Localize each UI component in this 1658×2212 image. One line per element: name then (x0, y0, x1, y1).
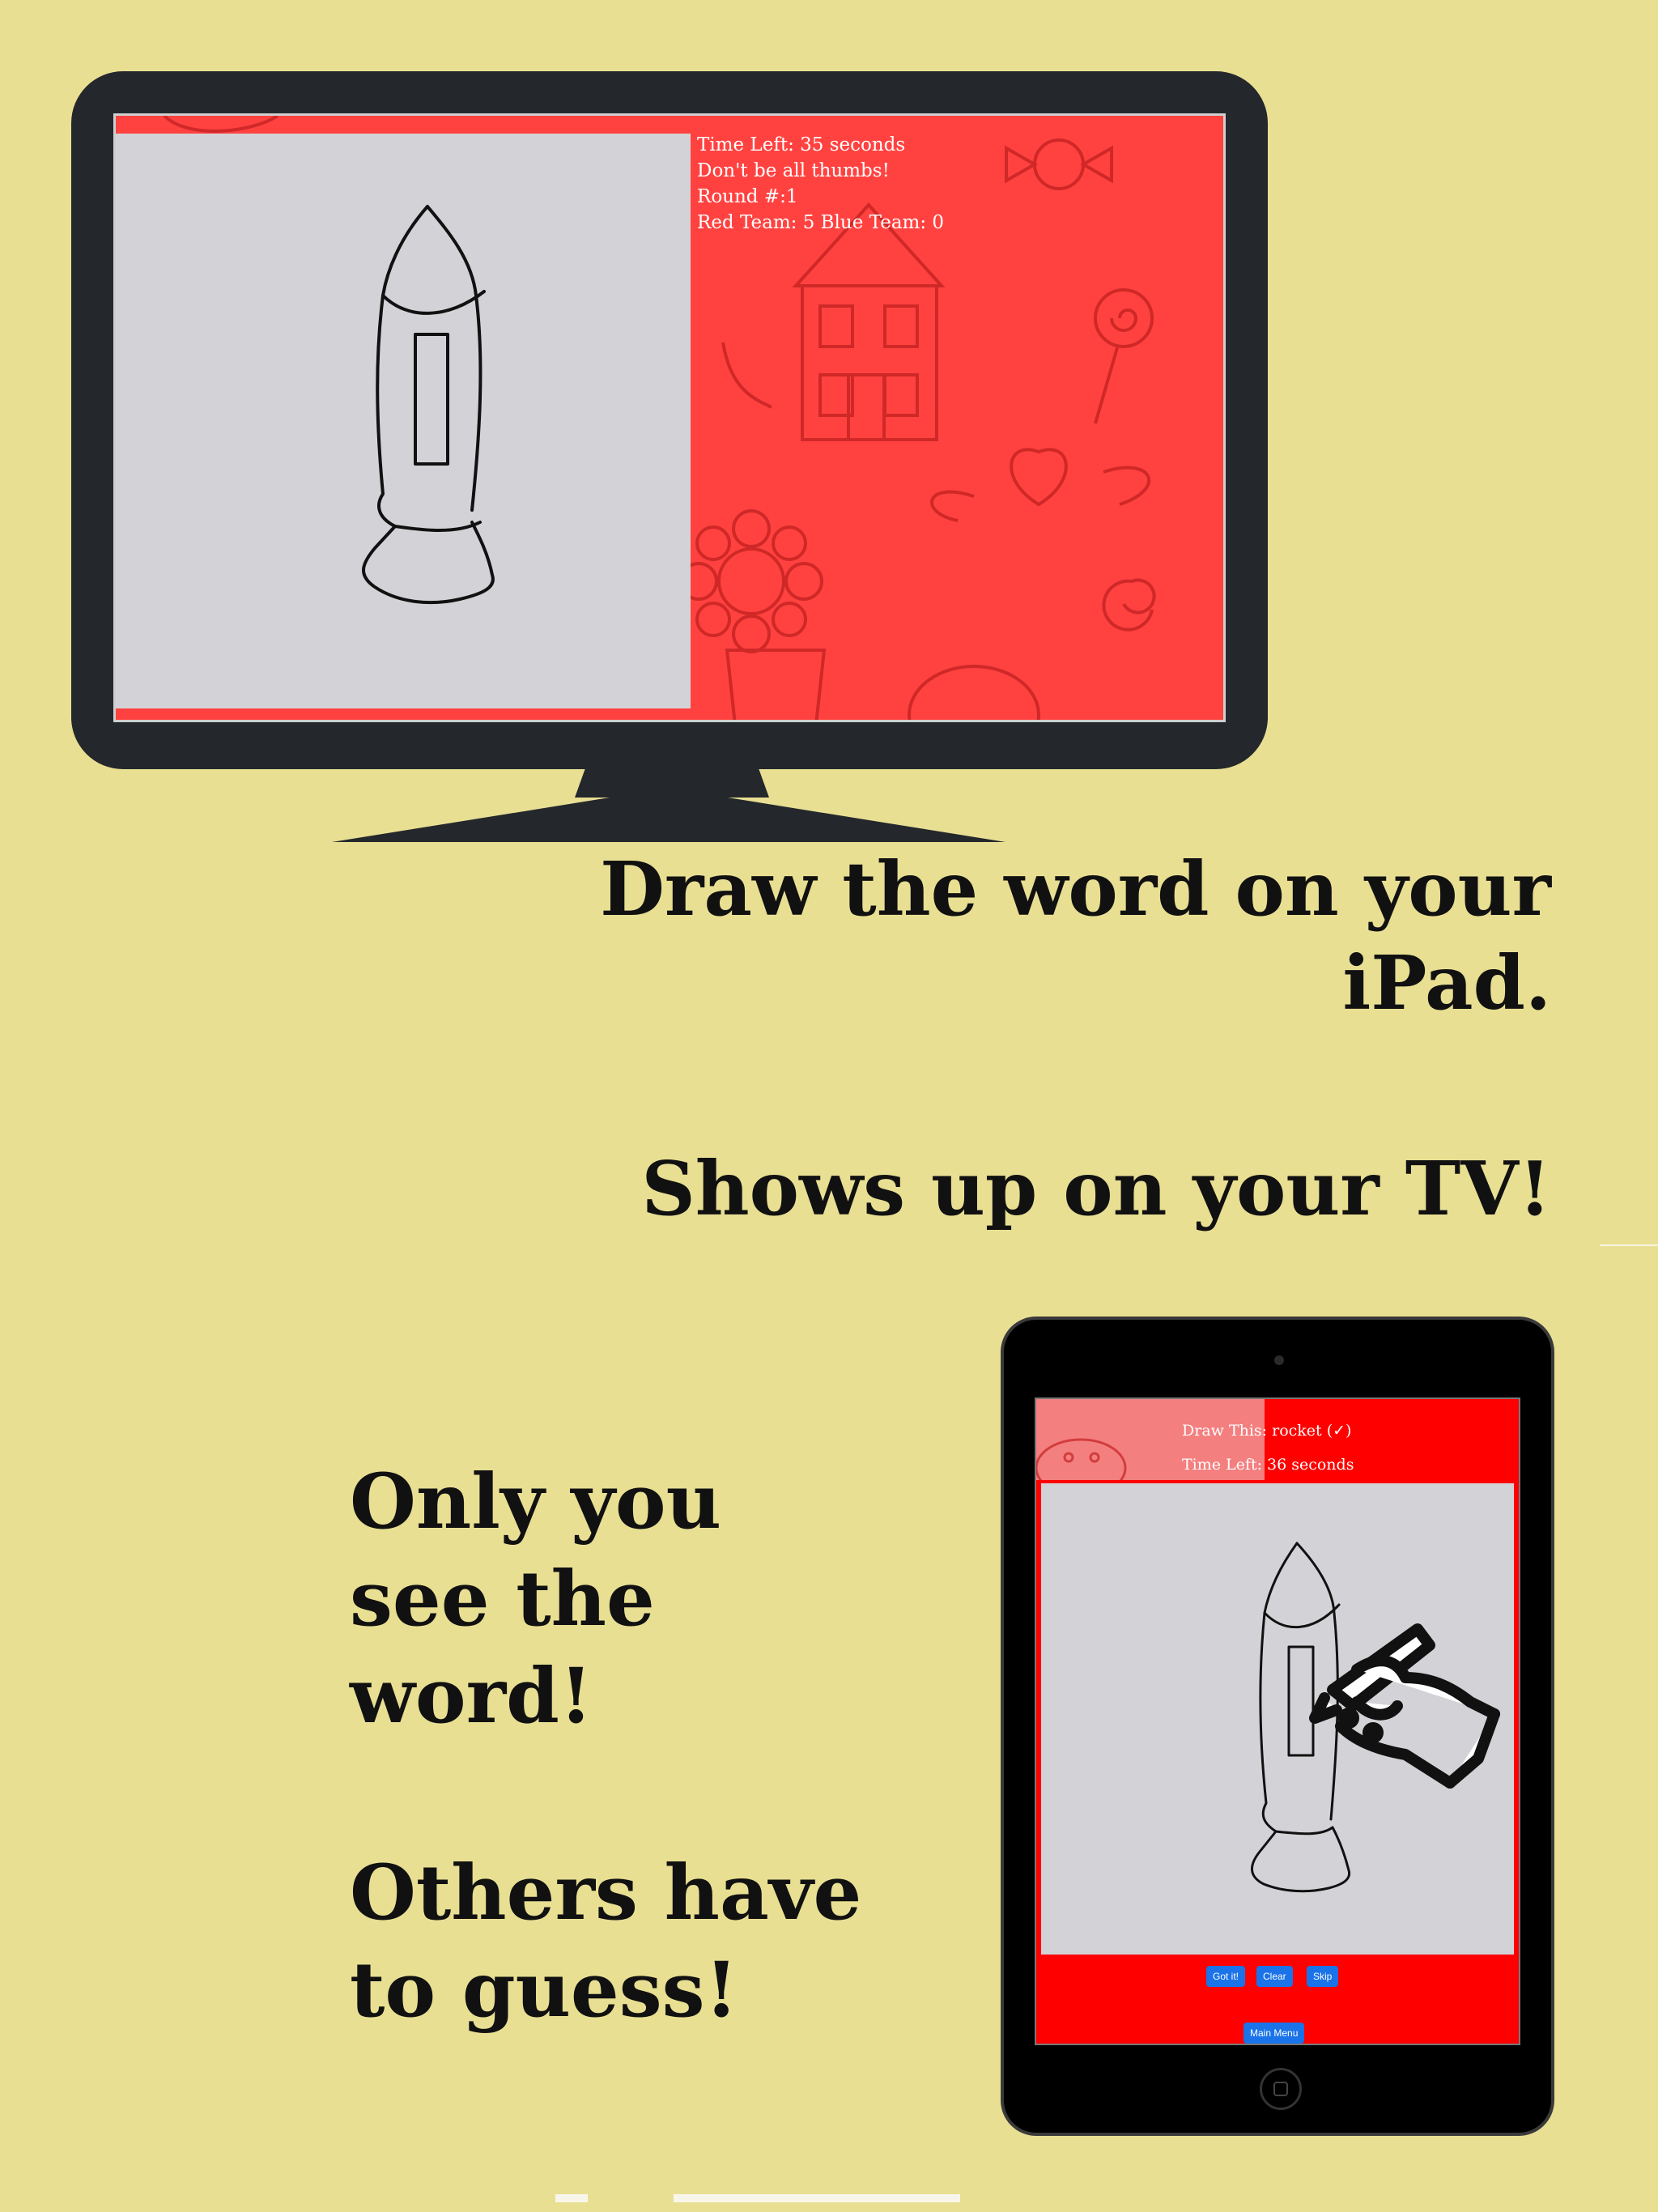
time-left-text: Time Left: 35 seconds (697, 134, 906, 155)
tv-monitor: Time Left: 35 seconds Don't be all thumb… (71, 71, 1268, 769)
home-button[interactable] (1260, 2068, 1302, 2110)
time-left-text: Time Left: 36 seconds (1182, 1456, 1354, 1474)
caption-line: to guess! (350, 1946, 738, 2035)
skip-button[interactable]: Skip (1307, 1966, 1339, 1987)
divider-line (1600, 1244, 1658, 1246)
score-text: Red Team: 5 Blue Team: 0 (697, 212, 945, 233)
caption-others-guess: Others have to guess! (350, 1844, 916, 2039)
rocket-drawing (362, 205, 495, 605)
clear-button[interactable]: Clear (1256, 1966, 1293, 1987)
ipad-drawing-canvas[interactable] (1041, 1483, 1514, 1955)
caption-line: Others have (350, 1848, 862, 1938)
main-menu-button[interactable]: Main Menu (1244, 2023, 1305, 2044)
round-text: Round #:1 (697, 186, 798, 207)
caption-line: Only you (350, 1457, 721, 1546)
tv-screen: Time Left: 35 seconds Don't be all thumb… (113, 113, 1226, 722)
ipad-screen: Draw This: rocket (✓) Time Left: 36 seco… (1035, 1397, 1520, 2045)
caption-line: word! (350, 1652, 593, 1741)
caption-shows-up: Shows up on your TV! (418, 1142, 1551, 1236)
caption-line: see the (350, 1555, 655, 1644)
tv-stand-base (332, 793, 1005, 842)
hint-text: Don't be all thumbs! (697, 160, 890, 181)
rocket-drawing (1251, 1542, 1500, 1893)
ipad-game-info: Draw This: rocket (✓) Time Left: 36 seco… (1182, 1414, 1354, 1482)
caption-only-you: Only you see the word! (350, 1453, 916, 1745)
ipad-device: Draw This: rocket (✓) Time Left: 36 seco… (1001, 1317, 1554, 2136)
tv-stand-neck (575, 765, 769, 798)
draw-this-text: Draw This: rocket (✓) (1182, 1422, 1352, 1440)
camera-icon (1274, 1355, 1284, 1365)
caption-line: Shows up on your TV! (641, 1145, 1551, 1232)
tv-game-info: Time Left: 35 seconds Don't be all thumb… (697, 132, 944, 236)
got-it-button[interactable]: Got it! (1206, 1966, 1246, 1987)
bottom-strip (555, 2194, 588, 2202)
bottom-strip (674, 2194, 960, 2202)
caption-line: iPad. (1342, 939, 1551, 1027)
tv-drawing-canvas (116, 134, 691, 708)
caption-draw-word: Draw the word on your iPad. (418, 842, 1551, 1030)
hand-drawing-pencil-icon (1309, 1623, 1500, 1789)
caption-line: Draw the word on your (600, 845, 1551, 933)
